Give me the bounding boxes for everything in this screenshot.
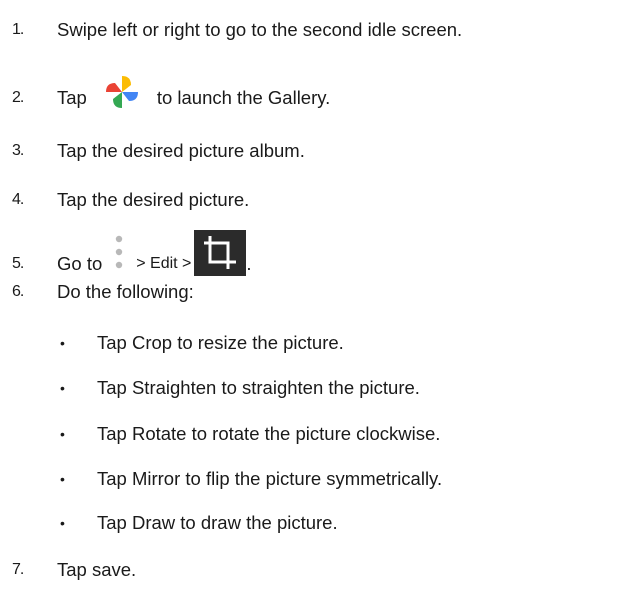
bullet-symbol: • — [60, 515, 65, 531]
instruction-document: 1. Swipe left or right to go to the seco… — [0, 0, 643, 590]
step-text: Tap the desired picture album. — [57, 140, 305, 161]
bullet-text: Tap Straighten to straighten the picture… — [97, 377, 420, 398]
step-text: Swipe left or right to go to the second … — [57, 19, 463, 40]
more-options-icon — [112, 232, 126, 272]
step-text: Tap save. — [57, 559, 137, 580]
step-text-after: to launch the Gallery. — [156, 87, 331, 108]
step-text-middle: > Edit > — [136, 255, 192, 272]
step-text-after: . — [246, 253, 252, 274]
crop-rotate-icon — [194, 230, 247, 276]
gallery-pinwheel-icon — [101, 73, 143, 111]
bullet-text: Tap Crop to resize the picture. — [97, 332, 344, 353]
step-number: 4. — [12, 191, 24, 208]
step-text: Do the following: — [57, 281, 194, 302]
bullet-symbol: • — [60, 471, 65, 487]
bullet-text: Tap Rotate to rotate the picture clockwi… — [97, 423, 441, 444]
step-number: 1. — [12, 21, 24, 38]
bullet-symbol: • — [60, 335, 65, 351]
step-number: 5. — [12, 255, 24, 272]
step-text: Tap to launch the Gallery. — [57, 76, 331, 117]
step-text-before: Tap — [57, 87, 87, 108]
step-number: 3. — [12, 142, 24, 159]
step-number: 6. — [12, 283, 24, 300]
bullet-symbol: • — [60, 380, 65, 396]
step-text: Tap the desired picture. — [57, 189, 250, 210]
step-number: 7. — [12, 561, 24, 578]
step-text-before: Go to — [57, 253, 103, 274]
bullet-symbol: • — [60, 426, 65, 442]
step-number: 2. — [12, 89, 24, 106]
bullet-text: Tap Mirror to flip the picture symmetric… — [97, 468, 443, 489]
bullet-text: Tap Draw to draw the picture. — [97, 512, 338, 533]
